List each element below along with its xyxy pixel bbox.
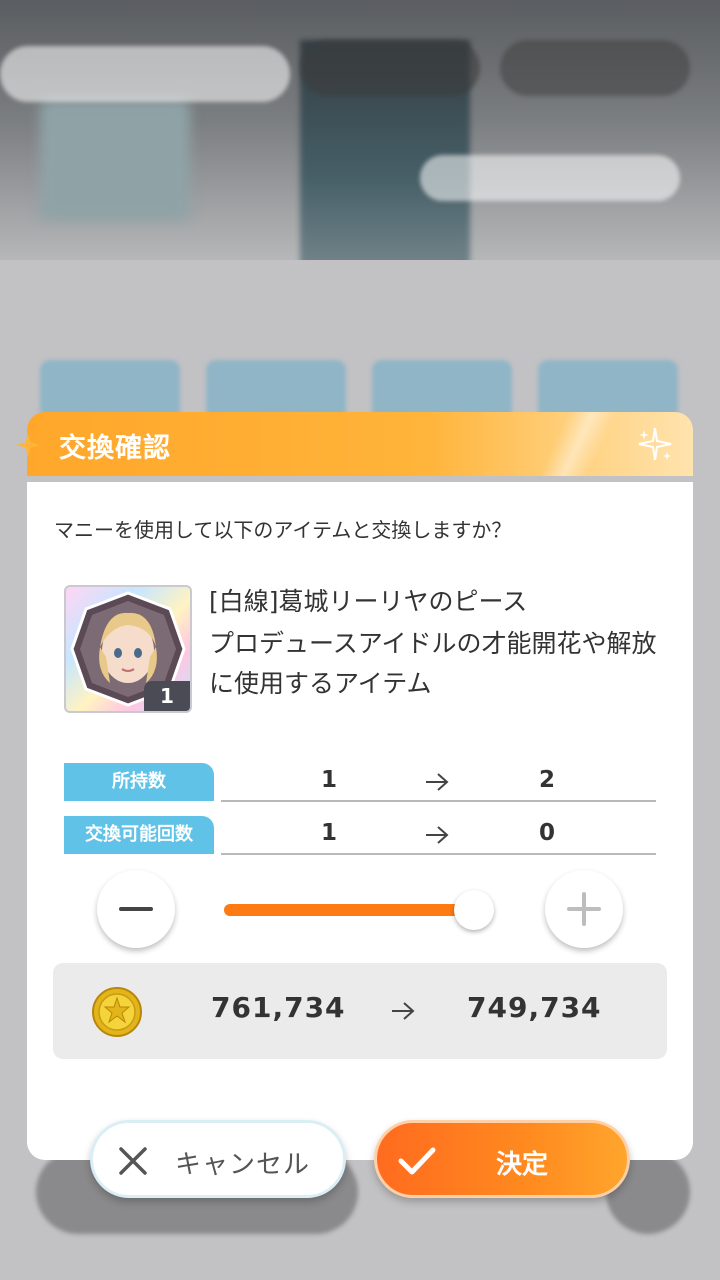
increase-quantity-button[interactable] [545, 870, 623, 948]
background-currency-pill [300, 40, 480, 96]
close-icon [119, 1147, 147, 1175]
manny-coin-icon [92, 987, 142, 1037]
sparkle-icon [638, 427, 672, 461]
dialog-header: 交換確認 [16, 412, 693, 476]
exchange-remaining-from: 1 [320, 820, 337, 846]
currency-change-panel: 761,734 749,734 [53, 963, 667, 1059]
arrow-right-icon [426, 826, 449, 844]
exchange-confirm-dialog: 交換確認 マニーを使用して以下のアイテムと交換しますか？ 1 [白線]葛城リーリ… [16, 412, 693, 1160]
currency-after: 749,734 [467, 991, 602, 1024]
exchange-remaining-row: 交換可能回数 1 0 [64, 816, 656, 856]
exchange-remaining-to: 0 [538, 820, 555, 846]
background-gem-pill [500, 40, 690, 96]
background-tab [0, 46, 290, 102]
background-shelf [40, 100, 190, 220]
slider-handle[interactable] [454, 890, 494, 930]
owned-count-from: 1 [320, 767, 337, 793]
confirm-label: 決定 [495, 1150, 548, 1180]
idol-piece-icon: 1 [64, 585, 192, 713]
owned-count-label: 所持数 [64, 763, 214, 801]
background-card [40, 360, 180, 420]
cancel-button[interactable]: キャンセル [90, 1120, 346, 1198]
star-icon [16, 433, 40, 457]
decrease-quantity-button[interactable] [97, 870, 175, 948]
confirm-prompt: マニーを使用して以下のアイテムと交換しますか？ [54, 518, 512, 542]
row-divider [221, 853, 656, 855]
slider-fill [224, 904, 474, 916]
owned-count-row: 所持数 1 2 [64, 763, 656, 803]
exchange-remaining-label: 交換可能回数 [64, 816, 214, 854]
background-card [372, 360, 512, 420]
header-sheen [533, 412, 623, 476]
cancel-label: キャンセル [175, 1150, 311, 1180]
background-card [206, 360, 346, 420]
currency-before: 761,734 [211, 991, 346, 1024]
arrow-right-icon [426, 773, 449, 791]
background-card [538, 360, 678, 420]
minus-icon [119, 907, 153, 911]
item-name: [白線]葛城リーリヤのピース [209, 587, 528, 616]
dialog-body: マニーを使用して以下のアイテムと交換しますか？ 1 [白線]葛城リーリヤのピース… [27, 482, 693, 1160]
plus-icon [567, 892, 601, 926]
owned-count-to: 2 [538, 767, 555, 793]
item-description: プロデュースアイドルの才能開花や解放に使用するアイテム [209, 629, 657, 698]
background-timer-pill [420, 155, 680, 201]
row-divider [221, 800, 656, 802]
arrow-right-icon [392, 1002, 415, 1020]
dialog-title: 交換確認 [59, 433, 171, 464]
item-count-badge: 1 [144, 681, 190, 711]
confirm-button[interactable]: 決定 [374, 1120, 630, 1198]
quantity-slider[interactable] [224, 890, 494, 930]
